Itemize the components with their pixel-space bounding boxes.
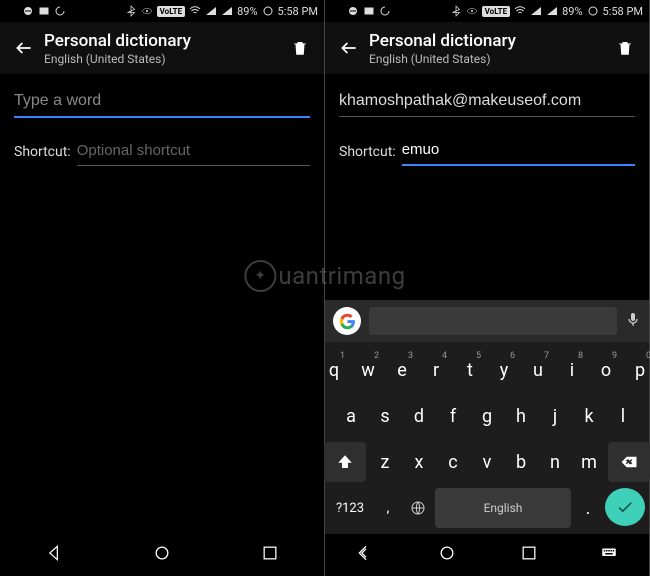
signal-icon	[530, 5, 542, 17]
volte-icon: VoLTE	[157, 6, 185, 17]
back-button[interactable]	[335, 38, 363, 58]
mic-button[interactable]	[625, 311, 641, 331]
google-search-button[interactable]	[333, 307, 361, 335]
dnd-icon	[22, 5, 34, 17]
refresh-icon	[379, 5, 391, 17]
wifi-icon	[514, 5, 526, 17]
space-key[interactable]: English	[435, 488, 571, 528]
page-title: Personal dictionary	[44, 31, 286, 51]
key-h[interactable]: h	[506, 396, 536, 436]
eye-icon	[141, 5, 153, 17]
phone-left: VoLTE 89% 5:58 PM Personal dictionary En…	[0, 0, 325, 576]
keyboard-suggestion-bar	[325, 300, 649, 342]
refresh-icon	[54, 5, 66, 17]
phone-right: VoLTE 89% 5:58 PM Personal dictionary En…	[325, 0, 650, 576]
page-title: Personal dictionary	[369, 31, 611, 51]
clock-text: 5:58 PM	[603, 5, 643, 18]
key-b[interactable]: b	[506, 442, 536, 482]
key-z[interactable]: z	[370, 442, 400, 482]
key-g[interactable]: g	[472, 396, 502, 436]
word-input[interactable]	[339, 86, 635, 117]
scissors-icon	[6, 5, 18, 17]
battery-text: 89%	[237, 5, 257, 18]
shift-key[interactable]	[324, 442, 366, 482]
key-v[interactable]: v	[472, 442, 502, 482]
page-subtitle: English (United States)	[44, 52, 286, 66]
symbols-key[interactable]: ?123	[329, 488, 371, 528]
word-input[interactable]	[14, 86, 310, 118]
key-p[interactable]: p0	[625, 350, 650, 390]
key-d[interactable]: d	[404, 396, 434, 436]
app-bar: Personal dictionary English (United Stat…	[325, 22, 649, 74]
nav-recents-button[interactable]	[260, 543, 280, 567]
status-bar: VoLTE 89% 5:58 PM	[325, 0, 649, 22]
scissors-icon	[331, 5, 343, 17]
key-x[interactable]: x	[404, 442, 434, 482]
key-y[interactable]: y6	[489, 350, 519, 390]
eye-icon	[466, 5, 478, 17]
volte-icon: VoLTE	[482, 6, 510, 17]
shortcut-input[interactable]	[77, 136, 310, 166]
key-r[interactable]: r4	[421, 350, 451, 390]
content-area: Shortcut:	[0, 74, 324, 534]
bluetooth-icon	[125, 5, 137, 17]
delete-button[interactable]	[611, 39, 639, 57]
key-q[interactable]: q1	[319, 350, 349, 390]
nav-back-button[interactable]	[356, 543, 376, 567]
key-w[interactable]: w2	[353, 350, 383, 390]
enter-key[interactable]	[605, 488, 645, 526]
key-m[interactable]: m	[574, 442, 604, 482]
dnd-icon	[347, 5, 359, 17]
clock-text: 5:58 PM	[278, 5, 318, 18]
delete-button[interactable]	[286, 39, 314, 57]
key-k[interactable]: k	[574, 396, 604, 436]
signal-icon	[205, 5, 217, 17]
key-f[interactable]: f	[438, 396, 468, 436]
key-j[interactable]: j	[540, 396, 570, 436]
keyboard: q1w2e3r4t5y6u7i8o9p0 asdfghjkl zxcvbnm ?…	[325, 342, 649, 534]
bluetooth-icon	[450, 5, 462, 17]
signal-icon-2	[546, 5, 558, 17]
battery-text: 89%	[562, 5, 582, 18]
image-icon	[38, 5, 50, 17]
spacer	[325, 204, 649, 300]
suggestion-strip[interactable]	[369, 307, 617, 335]
status-bar: VoLTE 89% 5:58 PM	[0, 0, 324, 22]
image-icon	[363, 5, 375, 17]
key-l[interactable]: l	[608, 396, 638, 436]
key-e[interactable]: e3	[387, 350, 417, 390]
nav-back-button[interactable]	[44, 543, 64, 567]
back-button[interactable]	[10, 38, 38, 58]
nav-bar	[0, 534, 324, 576]
shortcut-input[interactable]	[402, 135, 635, 166]
key-s[interactable]: s	[370, 396, 400, 436]
app-bar: Personal dictionary English (United Stat…	[0, 22, 324, 74]
nav-home-button[interactable]	[152, 543, 172, 567]
keyboard-collapse-button[interactable]	[600, 544, 618, 566]
key-o[interactable]: o9	[591, 350, 621, 390]
language-key[interactable]	[405, 488, 431, 528]
key-a[interactable]: a	[336, 396, 366, 436]
nav-bar	[325, 534, 649, 576]
wifi-icon	[189, 5, 201, 17]
key-i[interactable]: i8	[557, 350, 587, 390]
content-area: Shortcut:	[325, 74, 649, 204]
battery-icon	[587, 5, 599, 17]
shortcut-label: Shortcut:	[339, 144, 402, 166]
period-key[interactable]: .	[575, 488, 601, 528]
battery-icon	[262, 5, 274, 17]
page-subtitle: English (United States)	[369, 52, 611, 66]
nav-home-button[interactable]	[437, 543, 457, 567]
signal-icon-2	[221, 5, 233, 17]
key-n[interactable]: n	[540, 442, 570, 482]
nav-recents-button[interactable]	[519, 543, 539, 567]
key-c[interactable]: c	[438, 442, 468, 482]
key-u[interactable]: u7	[523, 350, 553, 390]
key-t[interactable]: t5	[455, 350, 485, 390]
backspace-key[interactable]	[608, 442, 650, 482]
shortcut-label: Shortcut:	[14, 144, 77, 166]
comma-key[interactable]: ,	[375, 488, 401, 528]
